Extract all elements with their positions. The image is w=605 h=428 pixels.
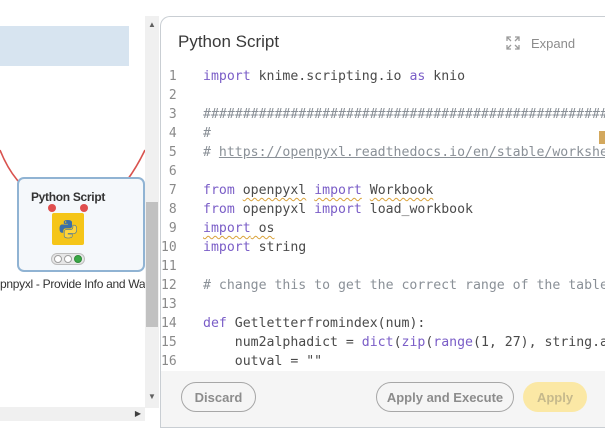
line-number: 3 xyxy=(168,107,177,122)
dialog-title: Python Script xyxy=(178,32,280,51)
code-line[interactable]: import string xyxy=(203,238,605,257)
scroll-down-icon[interactable]: ▼ xyxy=(145,390,159,404)
dialog-footer: Discard Apply and Execute Apply xyxy=(161,371,605,427)
node-title: Python Script xyxy=(30,190,106,204)
python-logo-icon xyxy=(52,213,84,245)
line-number: 1 xyxy=(168,69,177,84)
line-number: 10 xyxy=(161,240,177,255)
workflow-canvas[interactable]: Python Script pnpyxl - Provide Info and … xyxy=(0,0,145,408)
output-port[interactable] xyxy=(79,203,89,213)
status-dot-yellow xyxy=(64,255,72,263)
code-line[interactable] xyxy=(203,295,605,314)
apply-and-execute-button[interactable]: Apply and Execute xyxy=(376,382,514,412)
node-status-traffic-light xyxy=(51,253,85,265)
line-number: 5 xyxy=(168,145,177,160)
line-number: 15 xyxy=(161,335,177,350)
code-line[interactable]: def Getletterfromindex(num): xyxy=(203,314,605,333)
line-number-gutter: 1 2 3 4 5 6 7 8 9 10 11 12 13 14 15 16 xyxy=(161,67,197,371)
canvas-vertical-scrollbar[interactable]: ▲ ▼ xyxy=(145,16,159,408)
code-line[interactable] xyxy=(203,162,605,181)
discard-button[interactable]: Discard xyxy=(181,382,256,412)
scrollbar-thumb[interactable] xyxy=(146,202,158,327)
node-annotation-label[interactable]: pnpyxl - Provide Info and Warnin xyxy=(0,277,145,291)
dialog-header: Python Script Expand xyxy=(161,17,605,67)
scroll-right-icon[interactable]: ▶ xyxy=(135,407,141,421)
code-line[interactable]: # xyxy=(203,124,605,143)
canvas-horizontal-scrollbar[interactable]: ▶ xyxy=(0,407,145,421)
code-line[interactable]: ########################################… xyxy=(203,105,605,124)
code-line[interactable]: from openpyxl import Workbook xyxy=(203,181,605,200)
line-number: 16 xyxy=(161,354,177,369)
status-dot-green xyxy=(74,255,82,263)
code-line[interactable] xyxy=(203,257,605,276)
code-line[interactable]: # https://openpyxl.readthedocs.io/en/sta… xyxy=(203,143,605,162)
line-number: 4 xyxy=(168,126,177,141)
code-line[interactable]: from openpyxl import load_workbook xyxy=(203,200,605,219)
line-number: 14 xyxy=(161,316,177,331)
line-number: 2 xyxy=(168,88,177,103)
expand-label: Expand xyxy=(531,35,576,51)
apply-button[interactable]: Apply xyxy=(523,382,587,412)
line-number: 12 xyxy=(161,278,177,293)
scroll-up-icon[interactable]: ▲ xyxy=(145,18,159,32)
code-line[interactable]: # change this to get the correct range o… xyxy=(203,276,605,295)
line-number: 13 xyxy=(161,297,177,312)
code-line[interactable]: import os xyxy=(203,219,605,238)
code-editor[interactable]: 1 2 3 4 5 6 7 8 9 10 11 12 13 14 15 16 import knime.scr… xyxy=(161,67,605,371)
code-line[interactable]: outval = "" xyxy=(203,352,605,371)
expand-icon xyxy=(506,36,520,50)
line-number: 9 xyxy=(168,221,177,236)
code-line[interactable]: num2alphadict = dict(zip(range(1, 27), s… xyxy=(203,333,605,352)
code-area[interactable]: import knime.scripting.io as knio #######… xyxy=(203,67,605,371)
code-line[interactable] xyxy=(203,86,605,105)
line-number: 8 xyxy=(168,202,177,217)
minimap-marker xyxy=(599,131,605,144)
python-script-dialog: Python Script Expand 1 2 3 4 5 6 7 8 9 10 11 12 13 14… xyxy=(160,16,605,428)
line-number: 11 xyxy=(161,259,177,274)
status-dot-red xyxy=(54,255,62,263)
expand-button[interactable]: Expand xyxy=(506,34,575,52)
line-number: 6 xyxy=(168,164,177,179)
line-number: 7 xyxy=(168,183,177,198)
input-port[interactable] xyxy=(47,203,57,213)
code-line[interactable]: import knime.scripting.io as knio xyxy=(203,67,605,86)
